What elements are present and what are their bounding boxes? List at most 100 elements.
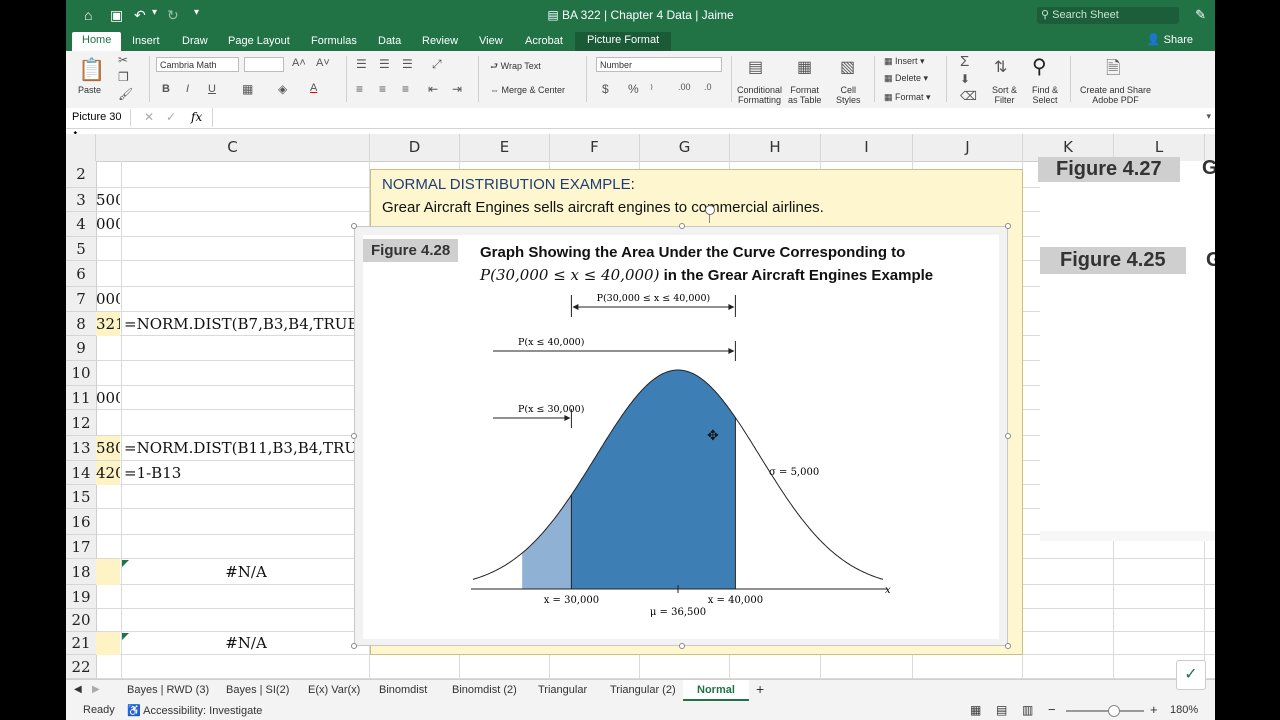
currency-icon[interactable]: $ (602, 82, 609, 96)
format-painter-icon[interactable]: 🖌 (118, 87, 133, 101)
row-header-2[interactable]: 2 (66, 161, 96, 188)
percent-icon[interactable]: % (628, 82, 639, 96)
zoom-slider-thumb[interactable] (1108, 705, 1120, 717)
row-header-5[interactable]: 5 (66, 237, 96, 261)
row-header-9[interactable]: 9 (66, 336, 96, 361)
decrease-decimal-icon[interactable]: .0 (704, 82, 712, 92)
row-header-18[interactable]: 18 (66, 559, 96, 585)
row-header-21[interactable]: 21 (66, 632, 96, 655)
column-g[interactable]: G (640, 134, 730, 161)
wrap-text-button[interactable]: ⮐ Wrap Text (490, 61, 541, 71)
orientation-icon[interactable]: ⤢ (432, 57, 442, 72)
row-header-10[interactable]: 10 (66, 361, 96, 386)
zoom-out-icon[interactable]: − (1048, 702, 1056, 717)
tab-review[interactable]: Review (422, 34, 458, 49)
row-header-11[interactable]: 11 (66, 386, 96, 410)
share-button[interactable]: 👤 Share (1147, 33, 1193, 46)
cut-icon[interactable]: ✂ (118, 53, 128, 67)
paste-label[interactable]: Paste (78, 85, 101, 95)
page-break-view-icon[interactable]: ▥ (1022, 703, 1033, 717)
tab-home[interactable]: Home (72, 32, 122, 51)
cell-styles-label[interactable]: Cell Styles (836, 85, 861, 105)
resize-handle-w[interactable] (351, 433, 357, 439)
zoom-slider[interactable] (1066, 710, 1144, 712)
row-header-3[interactable]: 3 (66, 188, 96, 212)
format-cells-button[interactable]: ▦ Format ▾ (884, 92, 931, 102)
row-header-19[interactable]: 19 (66, 585, 96, 609)
increase-decimal-icon[interactable]: .00 (678, 82, 691, 92)
cell-c8[interactable]: =NORM.DIST(B7,B3,B4,TRUE) (124, 312, 370, 336)
cell-b21[interactable] (96, 632, 120, 655)
tab-page-layout[interactable]: Page Layout (228, 34, 290, 49)
cell-b11[interactable]: 000 (96, 386, 120, 410)
conditional-formatting-icon[interactable]: ▤ (748, 57, 763, 77)
conditional-formatting-label[interactable]: Conditional Formatting (737, 85, 782, 105)
align-right-icon[interactable]: ≡ (402, 82, 409, 96)
cell-b8[interactable]: 321 (96, 312, 120, 336)
accessibility-status[interactable]: ♿ Accessibility: Investigate (127, 704, 262, 717)
find-select-icon[interactable]: ⚲ (1032, 54, 1047, 79)
fill-color-icon[interactable]: ◈ (278, 82, 287, 96)
bold-icon[interactable]: B (162, 83, 170, 95)
align-left-icon[interactable]: ≡ (356, 82, 363, 96)
row-header-20[interactable]: 20 (66, 609, 96, 632)
column-d[interactable]: D (370, 134, 460, 161)
collaborate-icon[interactable]: ✎ (1195, 7, 1206, 23)
merge-center-button[interactable]: ⇔ Merge & Center (490, 85, 565, 95)
fill-icon[interactable]: ⬇ (960, 72, 970, 86)
insert-cells-button[interactable]: ▦ Insert ▾ (884, 56, 925, 66)
increase-font-icon[interactable]: A˄ (292, 57, 306, 69)
align-middle-icon[interactable]: ☰ (379, 57, 390, 71)
page-layout-view-icon[interactable]: ▤ (996, 703, 1007, 717)
autosum-icon[interactable]: Σ (960, 53, 969, 70)
italic-icon[interactable]: I (186, 83, 189, 95)
resize-handle-se[interactable] (1005, 643, 1011, 649)
cell-b3[interactable]: 500 (96, 188, 120, 212)
column-f[interactable]: F (550, 134, 640, 161)
column-j[interactable]: J (913, 134, 1023, 161)
row-header-16[interactable]: 16 (66, 509, 96, 535)
align-top-icon[interactable]: ☰ (356, 57, 367, 71)
cell-b13[interactable]: 580 (96, 436, 120, 460)
format-as-table-label[interactable]: Format as Table (788, 85, 821, 105)
formula-input[interactable] (212, 108, 1203, 127)
expand-formula-icon[interactable]: ▾ (1206, 111, 1211, 122)
sheet-tab-binomdist-2[interactable]: Binomdist (2) (452, 684, 517, 696)
sheet-tab-triangular-2[interactable]: Triangular (2) (610, 684, 676, 696)
cell-b18[interactable] (96, 559, 120, 585)
zoom-in-icon[interactable]: + (1150, 702, 1158, 717)
row-header-12[interactable]: 12 (66, 410, 96, 436)
cell-c18[interactable]: #N/A (122, 559, 370, 585)
copy-icon[interactable]: ❐ (118, 70, 129, 84)
align-center-icon[interactable]: ≡ (379, 82, 386, 96)
sheet-tab-bayes-rwd[interactable]: Bayes | RWD (3) (127, 684, 209, 696)
resize-handle-nw[interactable] (351, 223, 357, 229)
cell-b7[interactable]: 000 (96, 287, 120, 311)
column-b-partial[interactable] (66, 134, 96, 161)
row-header-4[interactable]: 4 (66, 212, 96, 237)
figure-4-25-image[interactable] (1040, 241, 1215, 531)
resize-handle-sw[interactable] (351, 643, 357, 649)
resize-handle-n[interactable] (679, 223, 685, 229)
clear-icon[interactable]: ⌫ (960, 89, 977, 103)
sheet-tab-bayes-si[interactable]: Bayes | SI(2) (226, 684, 289, 696)
scroll-next-sheet-icon[interactable]: ▶ (92, 684, 100, 695)
cell-c14[interactable]: =1-B13 (124, 461, 354, 485)
cell-b4[interactable]: 000 (96, 212, 120, 236)
row-header-8[interactable]: 8 (66, 312, 96, 336)
delete-cells-button[interactable]: ▦ Delete ▾ (884, 73, 928, 83)
sort-filter-label[interactable]: Sort & Filter (992, 85, 1017, 105)
tab-formulas[interactable]: Formulas (311, 34, 357, 49)
cell-c21[interactable]: #N/A (122, 632, 370, 655)
checkmark-icon[interactable]: ✓ (1176, 660, 1206, 690)
format-as-table-icon[interactable]: ▦ (797, 57, 812, 77)
cell-c13[interactable]: =NORM.DIST(B11,B3,B4,TRUE) (124, 436, 354, 460)
tab-acrobat[interactable]: Acrobat (525, 34, 563, 49)
normal-view-icon[interactable]: ▦ (970, 703, 981, 717)
borders-icon[interactable]: ▦ (242, 82, 253, 96)
cancel-icon[interactable]: ✕ (144, 110, 154, 124)
adobe-pdf-label[interactable]: Create and Share Adobe PDF (1080, 85, 1151, 105)
decrease-font-icon[interactable]: A˅ (316, 57, 330, 69)
column-h[interactable]: H (730, 134, 821, 161)
insert-function-button[interactable]: fx (191, 110, 202, 124)
